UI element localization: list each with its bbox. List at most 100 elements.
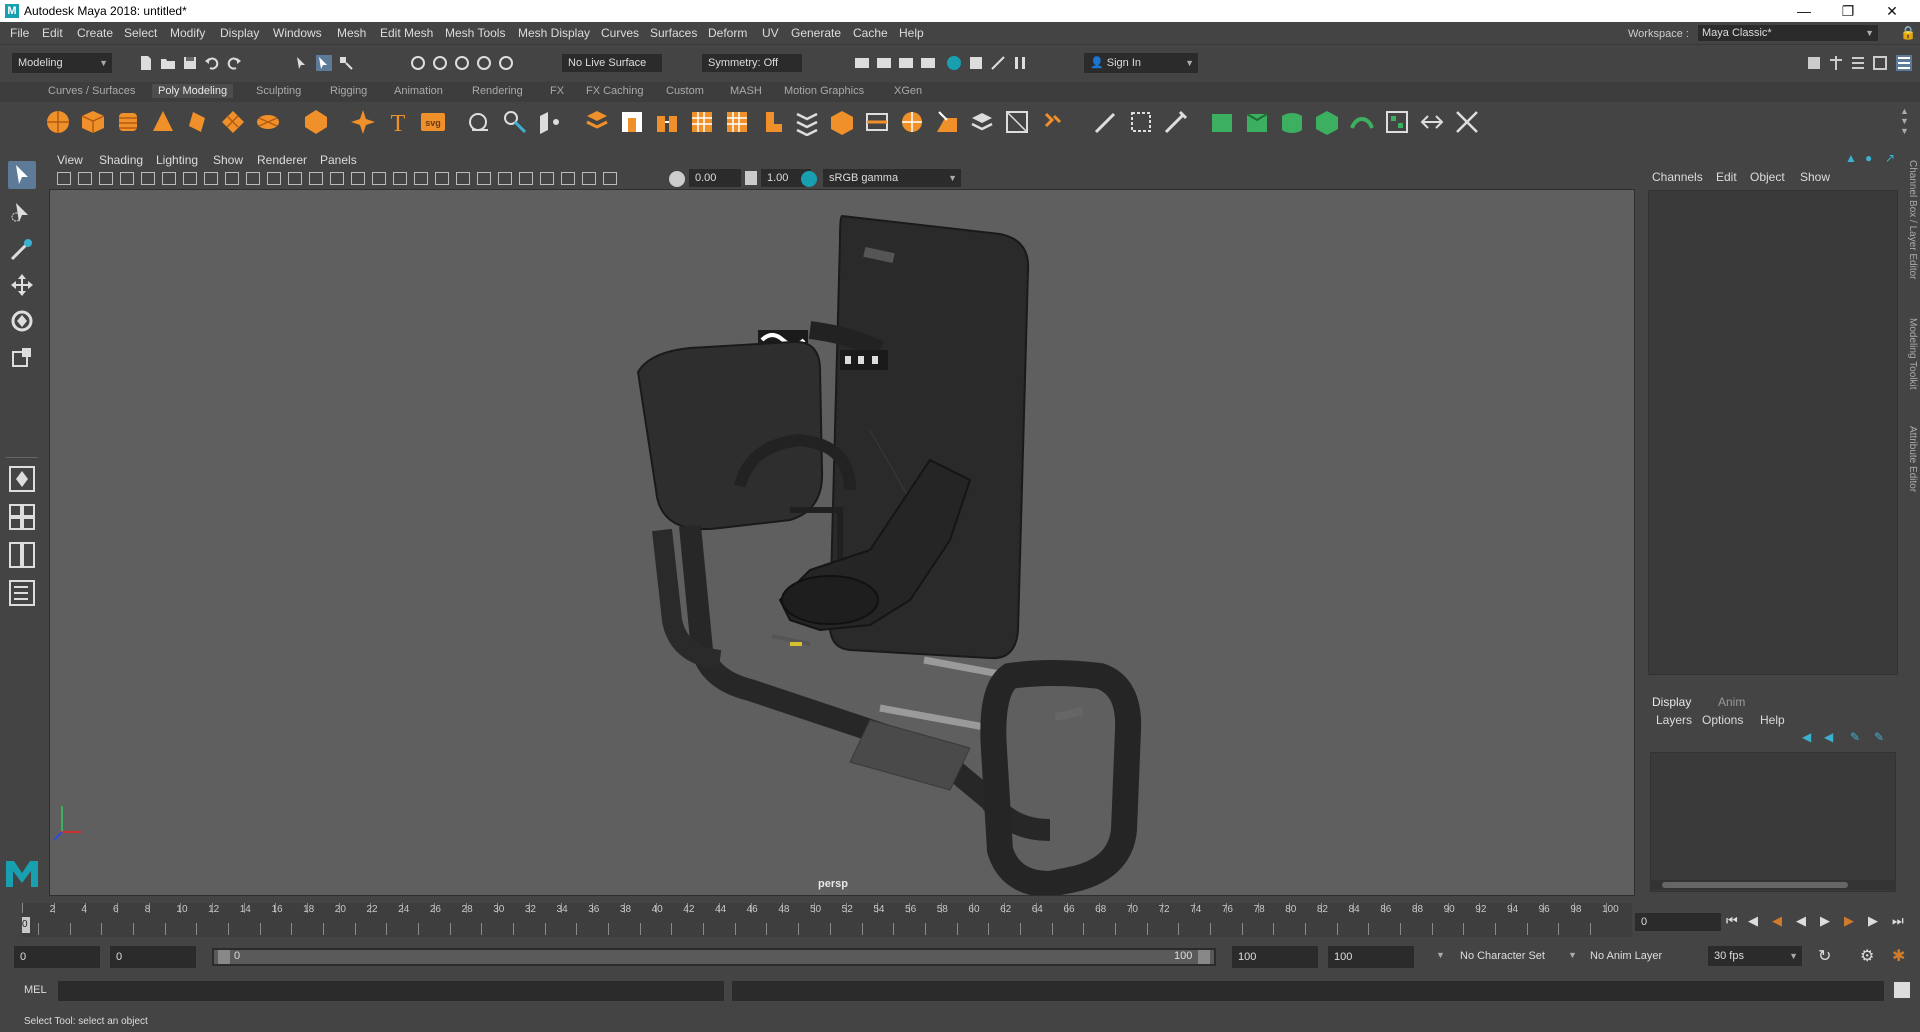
menu-mesh[interactable]: Mesh bbox=[337, 26, 366, 40]
viewport-menu-shading[interactable]: Shading bbox=[99, 153, 143, 167]
field-chart-icon[interactable] bbox=[267, 172, 281, 185]
tab-curves-surfaces[interactable]: Curves / Surfaces bbox=[42, 84, 141, 98]
use-all-lights-icon[interactable] bbox=[435, 172, 449, 185]
symmetry-dropdown[interactable]: Symmetry: Off bbox=[702, 54, 802, 72]
side-tab-modeling-toolkit[interactable]: Modeling Toolkit bbox=[1898, 318, 1918, 408]
modeling-toolkit-icon[interactable] bbox=[1806, 55, 1822, 71]
poly-cone-icon[interactable] bbox=[149, 108, 177, 136]
menu-mesh-display[interactable]: Mesh Display bbox=[518, 26, 590, 40]
new-layer-selected-icon[interactable]: ✎ bbox=[1874, 730, 1884, 744]
sign-in-button[interactable]: 👤 Sign In ▼ bbox=[1084, 53, 1198, 73]
hypershade-icon[interactable] bbox=[920, 55, 936, 71]
current-frame-field[interactable]: 0 bbox=[1635, 913, 1721, 931]
wireframe-icon[interactable] bbox=[330, 172, 344, 185]
menu-cache[interactable]: Cache bbox=[853, 26, 888, 40]
light-editor-icon[interactable] bbox=[968, 55, 984, 71]
ambient-occlusion-icon[interactable] bbox=[477, 172, 491, 185]
offset-edge-icon[interactable] bbox=[1003, 108, 1031, 136]
menu-curves[interactable]: Curves bbox=[601, 26, 639, 40]
make-live-icon[interactable] bbox=[498, 55, 514, 71]
script-editor-icon[interactable] bbox=[1894, 982, 1910, 998]
lock-icon[interactable]: 🔒 bbox=[1900, 25, 1916, 41]
snap-to-grid-icon[interactable] bbox=[410, 55, 426, 71]
animation-end-field[interactable]: 100 bbox=[1328, 946, 1414, 968]
select-by-object-icon[interactable] bbox=[316, 55, 332, 71]
undo-icon[interactable] bbox=[204, 55, 220, 71]
paint-select-tool-icon[interactable] bbox=[8, 235, 36, 263]
go-to-end-icon[interactable]: ⏭ bbox=[1892, 913, 1904, 929]
sew-uv-icon[interactable] bbox=[1418, 108, 1446, 136]
play-forwards-icon[interactable]: ▶ bbox=[1820, 913, 1830, 929]
anti-aliasing-icon[interactable] bbox=[519, 172, 533, 185]
render-settings-icon[interactable] bbox=[898, 55, 914, 71]
tab-motion-graphics[interactable]: Motion Graphics bbox=[778, 84, 870, 98]
move-tool-icon[interactable] bbox=[8, 271, 36, 299]
layer-menu-options[interactable]: Options bbox=[1702, 713, 1743, 727]
select-camera-icon[interactable] bbox=[57, 172, 71, 185]
film-gate-icon[interactable] bbox=[204, 172, 218, 185]
time-slider[interactable]: 2 4 6 8 10 12 14 16 18 20 22 24 26 28 30 32 34 36 38 40 42 44… bbox=[22, 903, 1632, 937]
channel-menu-channels[interactable]: Channels bbox=[1652, 170, 1703, 184]
extrude-icon[interactable] bbox=[653, 108, 681, 136]
menuset-dropdown[interactable]: Modeling ▼ bbox=[12, 53, 112, 73]
uv-editor-icon[interactable] bbox=[1127, 108, 1155, 136]
step-forward-frame-icon[interactable]: ▶ bbox=[1868, 913, 1878, 929]
type-icon[interactable]: T bbox=[384, 108, 412, 136]
viewport-perspective[interactable] bbox=[49, 189, 1635, 896]
bookmarks-icon[interactable] bbox=[99, 172, 113, 185]
resolution-gate-icon[interactable] bbox=[225, 172, 239, 185]
menu-display[interactable]: Display bbox=[220, 26, 259, 40]
menu-create[interactable]: Create bbox=[77, 26, 113, 40]
snap-to-curve-icon[interactable] bbox=[432, 55, 448, 71]
menu-surfaces[interactable]: Surfaces bbox=[650, 26, 697, 40]
tab-fx-caching[interactable]: FX Caching bbox=[580, 84, 649, 98]
color-space-dropdown[interactable]: sRGB gamma ▼ bbox=[823, 169, 961, 187]
select-by-component-icon[interactable] bbox=[338, 55, 354, 71]
character-set-label[interactable]: No Character Set bbox=[1460, 950, 1545, 962]
minimize-icon[interactable]: — bbox=[1784, 2, 1824, 20]
gym-machine-model[interactable] bbox=[50, 190, 1635, 896]
poly-torus-icon[interactable] bbox=[184, 108, 212, 136]
layer-tab-display[interactable]: Display bbox=[1652, 695, 1691, 709]
ipr-render-icon[interactable] bbox=[876, 55, 892, 71]
x-ray-icon[interactable] bbox=[561, 172, 575, 185]
step-back-key-icon[interactable]: ◀ bbox=[1772, 913, 1782, 929]
tab-poly-modeling[interactable]: Poly Modeling bbox=[152, 84, 234, 98]
command-input[interactable] bbox=[58, 981, 724, 1001]
menu-windows[interactable]: Windows bbox=[273, 26, 322, 40]
render-view-icon[interactable] bbox=[946, 55, 962, 71]
color-management-icon[interactable] bbox=[801, 171, 817, 187]
attribute-editor-toggle-icon[interactable] bbox=[1850, 55, 1866, 71]
render-sequence-icon[interactable] bbox=[990, 55, 1006, 71]
smooth-shade-icon[interactable] bbox=[351, 172, 365, 185]
viewport-menu-show[interactable]: Show bbox=[213, 153, 243, 167]
tab-rigging[interactable]: Rigging bbox=[324, 84, 373, 98]
snap-to-point-icon[interactable] bbox=[454, 55, 470, 71]
append-icon[interactable] bbox=[793, 108, 821, 136]
camera-attributes-icon[interactable] bbox=[78, 172, 92, 185]
viewport-menu-panels[interactable]: Panels bbox=[320, 153, 357, 167]
two-view-layout-icon[interactable] bbox=[8, 541, 36, 569]
auto-key-icon[interactable]: ⚙ bbox=[1860, 946, 1874, 966]
menu-modify[interactable]: Modify bbox=[170, 26, 205, 40]
layer-tab-anim[interactable]: Anim bbox=[1718, 695, 1745, 709]
exposure-icon[interactable] bbox=[669, 171, 685, 187]
cylindrical-map-icon[interactable] bbox=[1243, 108, 1271, 136]
bevel-icon[interactable] bbox=[723, 108, 751, 136]
channel-box-area[interactable] bbox=[1648, 190, 1898, 675]
menu-select[interactable]: Select bbox=[124, 26, 157, 40]
channel-box-toggle-icon[interactable] bbox=[1896, 55, 1912, 71]
target-weld-icon[interactable] bbox=[898, 108, 926, 136]
poly-sphere-icon[interactable] bbox=[44, 108, 72, 136]
pencil-curve-icon[interactable] bbox=[1092, 108, 1120, 136]
new-scene-icon[interactable] bbox=[138, 55, 154, 71]
tab-animation[interactable]: Animation bbox=[388, 84, 449, 98]
use-default-material-icon[interactable] bbox=[372, 172, 386, 185]
grease-pencil-icon[interactable] bbox=[162, 172, 176, 185]
outliner-layout-icon[interactable] bbox=[8, 579, 36, 607]
x-ray-active-icon[interactable] bbox=[582, 172, 596, 185]
menu-generate[interactable]: Generate bbox=[791, 26, 841, 40]
layout-uv-icon[interactable] bbox=[1383, 108, 1411, 136]
tab-rendering[interactable]: Rendering bbox=[466, 84, 529, 98]
boolean-icon[interactable] bbox=[828, 108, 856, 136]
